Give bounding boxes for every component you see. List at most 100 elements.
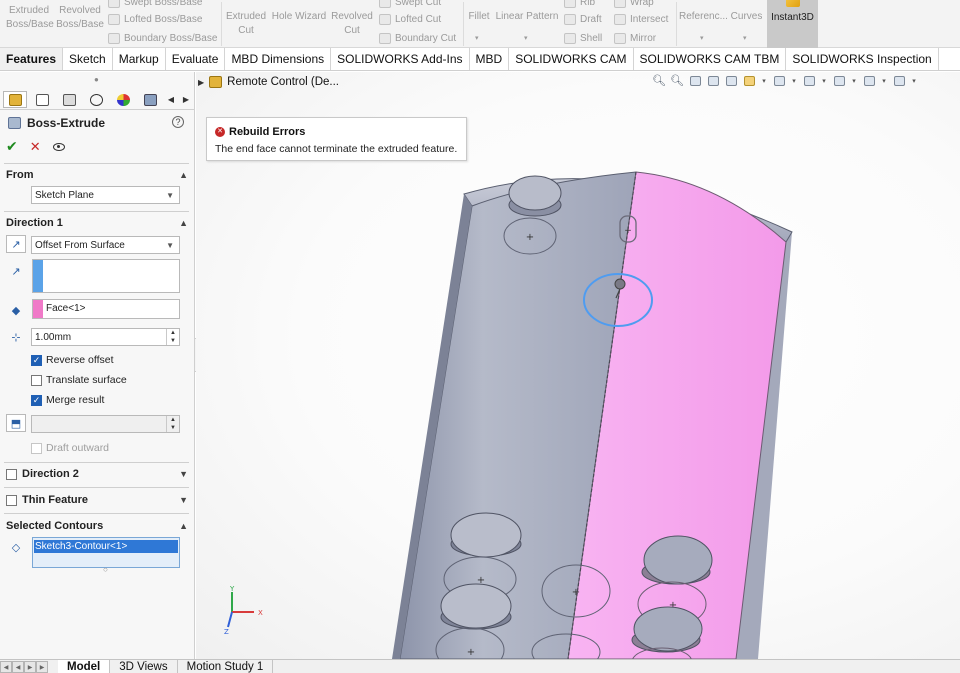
section-selected-contours-header[interactable]: Selected Contours ▲	[6, 520, 188, 532]
merge-result-checkbox[interactable]: ✓ Merge result	[31, 394, 104, 406]
swept-cut-button[interactable]: Swept Cut	[379, 0, 441, 9]
revolved-boss-button[interactable]: Revolved Boss/Base	[56, 4, 104, 31]
section-direction2-header[interactable]: Direction 2 ▼	[6, 468, 188, 480]
graphics-area[interactable]: + + + + + + Y X Z ▶ Remote Control (De..…	[196, 72, 960, 659]
tab-display-manager[interactable]	[111, 91, 135, 108]
checkbox-unchecked-icon[interactable]	[6, 468, 17, 480]
tab-cam-manager[interactable]	[138, 91, 162, 108]
tab-dimxpert-manager[interactable]	[84, 91, 108, 108]
extruded-boss-button[interactable]: Extruded Boss/Base	[6, 4, 54, 31]
tab-model[interactable]: Model	[58, 660, 111, 673]
spin-arrows-icon[interactable]: ▲ ▼	[166, 329, 179, 345]
boundary-cut-button[interactable]: Boundary Cut	[379, 32, 456, 45]
tree-root-item[interactable]: Remote Control (De...	[227, 76, 339, 88]
fillet-button[interactable]: Fillet	[466, 10, 492, 23]
edit-appearance-icon[interactable]	[832, 74, 846, 87]
first-tab-icon[interactable]: ◀	[0, 661, 12, 673]
previous-view-icon[interactable]	[688, 74, 702, 87]
lofted-boss-button[interactable]: Lofted Boss/Base	[108, 13, 202, 26]
instant3d-button[interactable]: Instant3D	[767, 0, 818, 48]
wrap-button[interactable]: Wrap	[614, 0, 654, 9]
tab-motion-study-1[interactable]: Motion Study 1	[178, 660, 274, 673]
offset-distance-input[interactable]: 1.00mm ▲ ▼	[31, 328, 180, 346]
zoom-to-fit-icon[interactable]: 🔍︎	[652, 74, 666, 87]
flyout-feature-tree[interactable]: ▶ Remote Control (De...	[198, 76, 339, 88]
tab-mbd-dimensions[interactable]: MBD Dimensions	[225, 48, 332, 70]
mirror-button[interactable]: Mirror	[614, 32, 656, 45]
section-direction1-header[interactable]: Direction 1 ▲	[6, 217, 188, 229]
panel-grip-icon[interactable]: ●	[94, 75, 99, 84]
expand-arrow-icon[interactable]: ▶	[198, 78, 204, 87]
tab-mbd[interactable]: MBD	[470, 48, 510, 70]
list-resize-grip-icon[interactable]: ○	[103, 565, 108, 574]
reference-dropdown-icon[interactable]: ▾	[700, 34, 704, 42]
dynamic-annotation-icon[interactable]	[724, 74, 738, 87]
chevron-down-icon[interactable]: ▾	[910, 74, 918, 87]
view-settings-icon[interactable]	[892, 74, 906, 87]
checkbox-unchecked-icon[interactable]	[6, 494, 17, 506]
lofted-cut-button[interactable]: Lofted Cut	[379, 13, 441, 26]
chevron-down-icon[interactable]: ▾	[790, 74, 798, 87]
next-tab-icon[interactable]: ▶	[24, 661, 36, 673]
last-tab-icon[interactable]: ▶	[36, 661, 48, 673]
tab-property-manager[interactable]	[30, 91, 54, 108]
cancel-button[interactable]: ✕	[30, 139, 41, 155]
reverse-offset-checkbox[interactable]: ✓ Reverse offset	[31, 354, 114, 366]
reverse-direction-button[interactable]: ↗	[6, 235, 26, 253]
hole-wizard-button[interactable]: Hole Wizard	[271, 10, 327, 23]
tab-configuration-manager[interactable]	[57, 91, 81, 108]
selected-contours-list[interactable]: Sketch3-Contour<1>	[32, 537, 180, 568]
direction-selection-box[interactable]	[32, 259, 180, 293]
hide-show-items-icon[interactable]	[802, 74, 816, 87]
tab-3d-views[interactable]: 3D Views	[110, 660, 178, 673]
help-icon[interactable]: ?	[172, 116, 184, 128]
section-thin-feature-header[interactable]: Thin Feature ▼	[6, 494, 188, 506]
pattern-dropdown-icon[interactable]: ▾	[524, 34, 528, 42]
chevron-down-icon[interactable]: ▾	[760, 74, 768, 87]
view-orientation-icon[interactable]	[742, 74, 756, 87]
boundary-boss-button[interactable]: Boundary Boss/Base	[108, 32, 217, 45]
extruded-cut-button[interactable]: Extruded Cut	[224, 10, 268, 37]
apply-scene-icon[interactable]	[862, 74, 876, 87]
chevron-down-icon[interactable]: ▾	[850, 74, 858, 87]
end-condition-select[interactable]: Offset From Surface ▼	[31, 236, 180, 254]
rib-button[interactable]: Rib	[564, 0, 595, 9]
ok-button[interactable]: ✔	[6, 138, 18, 155]
tab-evaluate[interactable]: Evaluate	[166, 48, 226, 70]
linear-pattern-button[interactable]: Linear Pattern	[495, 10, 559, 23]
intersect-button[interactable]: Intersect	[614, 13, 668, 26]
revolved-cut-button[interactable]: Revolved Cut	[330, 10, 374, 37]
fillet-dropdown-icon[interactable]: ▾	[475, 34, 479, 42]
curves-dropdown-icon[interactable]: ▾	[743, 34, 747, 42]
tab-markup[interactable]: Markup	[113, 48, 166, 70]
tab-features[interactable]: Features	[0, 48, 64, 70]
tab-solidworks-cam[interactable]: SOLIDWORKS CAM	[509, 48, 634, 70]
tabs-scroll-right-icon[interactable]: ▶	[180, 91, 192, 108]
reference-geometry-button[interactable]: Referenc...	[679, 10, 728, 23]
tab-solidworks-cam-tbm[interactable]: SOLIDWORKS CAM TBM	[634, 48, 787, 70]
chevron-down-icon[interactable]: ▾	[820, 74, 828, 87]
preview-eye-icon[interactable]	[52, 142, 65, 151]
draft-toggle-button[interactable]: ⬒	[6, 414, 26, 432]
tab-feature-manager[interactable]	[3, 91, 27, 108]
curves-button[interactable]: Curves	[730, 10, 763, 23]
tab-sketch[interactable]: Sketch	[63, 48, 113, 70]
shell-button[interactable]: Shell	[564, 32, 602, 45]
list-item[interactable]: Sketch3-Contour<1>	[34, 540, 178, 553]
section-from-header[interactable]: From ▲	[6, 169, 188, 181]
draft-button[interactable]: Draft	[564, 13, 602, 26]
face-selection-box[interactable]: Face<1>	[32, 299, 180, 319]
swept-boss-button[interactable]: Swept Boss/Base	[108, 0, 202, 9]
draft-outward-checkbox[interactable]: Draft outward	[31, 442, 109, 454]
zoom-to-area-icon[interactable]: 🔍︎	[670, 74, 684, 87]
tab-solidworks-inspection[interactable]: SOLIDWORKS Inspection	[786, 48, 939, 70]
tabs-scroll-left-icon[interactable]: ◀	[165, 91, 177, 108]
prev-tab-icon[interactable]: ◀	[12, 661, 24, 673]
tab-solidworks-add-ins[interactable]: SOLIDWORKS Add-Ins	[331, 48, 470, 70]
display-style-icon[interactable]	[772, 74, 786, 87]
from-condition-select[interactable]: Sketch Plane ▼	[31, 186, 180, 204]
section-view-icon[interactable]	[706, 74, 720, 87]
spin-arrows-icon[interactable]: ▲ ▼	[166, 416, 179, 432]
draft-angle-input[interactable]: ▲ ▼	[31, 415, 180, 433]
chevron-down-icon[interactable]: ▾	[880, 74, 888, 87]
